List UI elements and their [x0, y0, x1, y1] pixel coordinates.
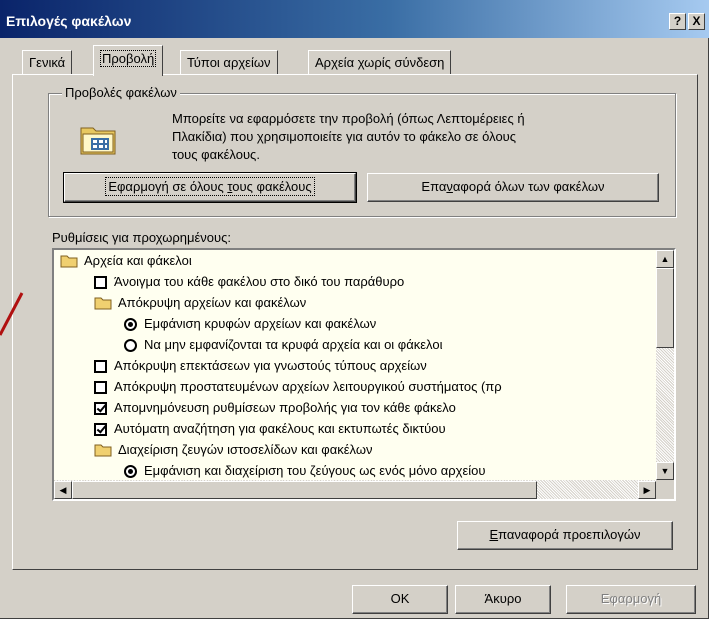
close-button[interactable]: X: [688, 13, 705, 30]
checkbox[interactable]: [94, 360, 107, 373]
label-part: Επα: [421, 179, 447, 194]
item-label: Απομνημόνευση ρυθμίσεων προβολής για τον…: [114, 400, 456, 415]
radio-button[interactable]: [124, 465, 137, 478]
description-line: Μπορείτε να εφαρμόσετε την προβολή (όπως…: [172, 111, 525, 126]
tab-file-types[interactable]: Τύποι αρχείων: [180, 50, 278, 74]
scroll-corner: [656, 480, 674, 499]
restore-defaults-button[interactable]: Επαναφορά προεπιλογών: [457, 521, 673, 550]
tab-view-label: Προβολή: [100, 50, 157, 67]
reset-all-folders-button[interactable]: Επαναφορά όλων των φακέλων: [367, 173, 659, 202]
radio-button[interactable]: [124, 318, 137, 331]
radio-button[interactable]: [124, 339, 137, 352]
folder-icon: [94, 444, 112, 457]
advanced-settings-label: Ρυθμίσεις για προχωρημένους:: [52, 230, 231, 245]
tab-offline-files[interactable]: Αρχεία χωρίς σύνδεση: [308, 50, 452, 74]
item-label: Αρχεία και φάκελοι: [84, 253, 192, 268]
folder-options-dialog: Επιλογές φακέλων ? X Γενικά Προβολή Τύπο…: [0, 0, 709, 619]
annotation-line: [0, 292, 24, 336]
folder-views-label: Προβολές φακέλων: [62, 85, 180, 100]
checkbox[interactable]: [94, 381, 107, 394]
label-part: παναφορά προεπιλογών: [498, 527, 641, 542]
horizontal-scroll-thumb[interactable]: [72, 481, 537, 499]
vertical-scroll-thumb[interactable]: [656, 268, 674, 348]
accelerator-key: Ε: [489, 527, 499, 542]
item-label: Απόκρυψη επεκτάσεων για γνωστούς τύπους …: [114, 358, 427, 373]
item-label: Εμφάνιση κρυφών αρχείων και φακέλων: [144, 316, 377, 331]
label-part: ους φακέλους: [232, 179, 312, 194]
apply-to-all-folders-label: Εφαρμογή σε όλους τους φακέλους: [105, 177, 315, 196]
arrow-down-icon[interactable]: ▼: [656, 462, 674, 480]
apply-button[interactable]: Εφαρμογή: [566, 585, 696, 614]
label-part: αφορά όλων των φακέλων: [452, 179, 605, 194]
apply-to-all-folders-button[interactable]: Εφαρμογή σε όλους τους φακέλους: [63, 172, 357, 203]
apply-label: Εφαρμογή: [600, 591, 662, 606]
arrow-right-icon[interactable]: ▶: [638, 481, 656, 499]
item-label: Εμφάνιση και διαχείριση του ζεύγους ως ε…: [144, 463, 486, 478]
item-label: Να μην εμφανίζονται τα κρυφά αρχεία και …: [144, 337, 443, 352]
advanced-settings-list[interactable]: Αρχεία και φάκελοι Άνοιγμα του κάθε φακέ…: [52, 248, 676, 501]
vertical-scrollbar[interactable]: ▲ ▼: [656, 250, 674, 480]
checkbox[interactable]: [94, 276, 107, 289]
folder-icon: [94, 297, 112, 310]
help-button[interactable]: ?: [669, 13, 686, 30]
item-label: Απόκρυψη αρχείων και φακέλων: [118, 295, 307, 310]
tab-general[interactable]: Γενικά: [22, 50, 73, 74]
window-title: Επιλογές φακέλων: [6, 13, 132, 29]
item-label: Αυτόματη αναζήτηση για φακέλους και εκτυ…: [114, 421, 446, 436]
title-bar: Επιλογές φακέλων ? X: [0, 0, 709, 38]
checkbox[interactable]: [94, 423, 107, 436]
horizontal-scrollbar[interactable]: ◀ ▶: [54, 480, 656, 499]
ok-button[interactable]: OK: [352, 585, 448, 614]
folder-icon: [60, 255, 78, 268]
item-label: Άνοιγμα του κάθε φακέλου στο δικό του πα…: [114, 274, 405, 289]
description-line: τους φακέλους.: [172, 147, 260, 162]
tab-view[interactable]: Προβολή: [93, 45, 164, 76]
label-part: Εφαρμογή σε όλους: [108, 179, 228, 194]
arrow-left-icon[interactable]: ◀: [54, 481, 72, 499]
folder-view-icon: [80, 127, 116, 155]
folder-views-description: Μπορείτε να εφαρμόσετε την προβολή (όπως…: [172, 110, 672, 164]
settings-tree: Αρχεία και φάκελοι Άνοιγμα του κάθε φακέ…: [54, 250, 656, 480]
cancel-button[interactable]: Άκυρο: [455, 585, 551, 614]
description-line: Πλακίδια) που χρησιμοποιείτε για αυτόν τ…: [172, 129, 517, 144]
arrow-up-icon[interactable]: ▲: [656, 250, 674, 268]
item-label: Διαχείριση ζευγών ιστοσελίδων και φακέλω…: [118, 442, 373, 457]
checkbox[interactable]: [94, 402, 107, 415]
item-label: Απόκρυψη προστατευμένων αρχείων λειτουργ…: [114, 379, 502, 394]
